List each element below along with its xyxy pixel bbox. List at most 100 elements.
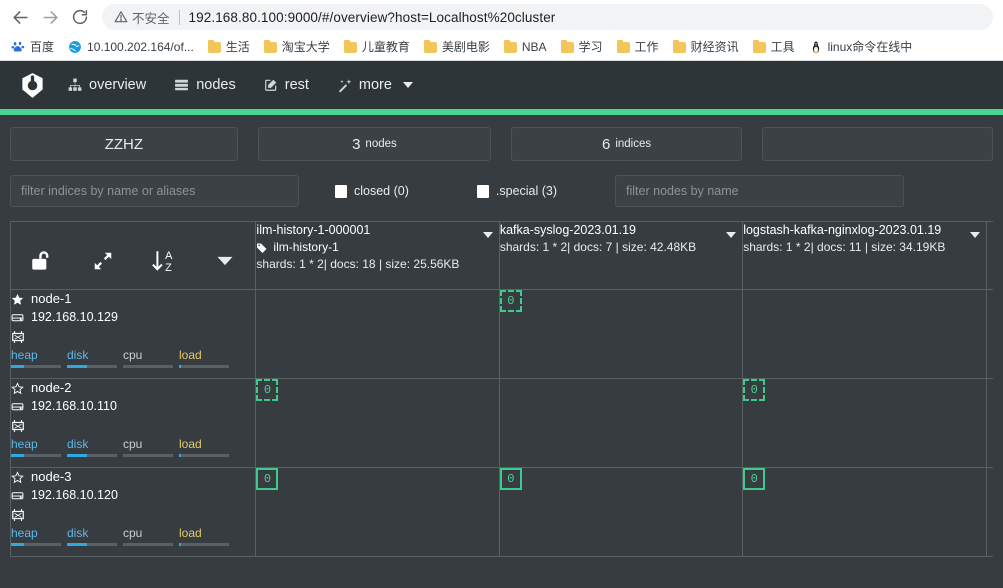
bookmark-label: linux命令在线中 [827, 40, 913, 54]
index-menu-caret-icon[interactable] [726, 232, 737, 238]
nav-item-label: rest [284, 77, 309, 93]
filter-row: closed (0) .special (3) [10, 175, 993, 207]
bookmark-item[interactable]: 学习 [554, 39, 610, 55]
stat-fill [11, 454, 24, 457]
shard-badge[interactable]: 0 [256, 379, 279, 401]
bookmark-item[interactable]: 美剧电影 [417, 39, 497, 55]
data-node-icon [12, 420, 24, 432]
shard-cell: 0 [255, 467, 500, 557]
chevron-down-icon[interactable] [194, 241, 255, 271]
node-stat-cpu: cpu [123, 437, 179, 457]
svg-text:A: A [165, 249, 173, 261]
indices-count-card[interactable]: 6 indices [511, 127, 743, 161]
bookmark-item[interactable]: 财经资讯 [666, 39, 746, 55]
app-navbar: overview nodes rest more [0, 61, 1003, 109]
closed-indices-checkbox[interactable]: closed (0) [335, 184, 409, 198]
stat-bar [123, 454, 173, 457]
folder-icon [423, 39, 437, 53]
stat-fill [179, 365, 181, 368]
shard-badge[interactable]: 0 [743, 379, 766, 401]
checkbox-box[interactable] [335, 184, 347, 198]
stat-label: cpu [123, 437, 143, 451]
nav-item-label: overview [89, 77, 147, 93]
stat-label: load [179, 526, 202, 540]
table-row: node-3 192.168.10.120 heap disk cpu load… [10, 467, 993, 557]
index-menu-caret-icon[interactable] [482, 232, 493, 238]
bookmark-label: 工作 [634, 40, 659, 54]
node-role-icons [11, 416, 255, 436]
shard-cell: 0 [498, 467, 744, 557]
stat-bar [11, 543, 61, 546]
node-stat-load: load [179, 348, 235, 368]
node-stat-heap: heap [11, 526, 67, 546]
nodes-count-card[interactable]: 3 nodes [257, 127, 492, 161]
checkbox-box[interactable] [476, 184, 489, 198]
index-menu-caret-icon[interactable] [969, 232, 980, 238]
sitemap-icon [68, 78, 82, 92]
expand-icon[interactable] [72, 240, 133, 272]
bookmark-label: 淘宝大学 [281, 40, 330, 54]
special-indices-checkbox[interactable]: .special (3) [476, 184, 557, 198]
bookmark-label: 财经资讯 [690, 40, 739, 54]
stat-label: disk [67, 437, 89, 451]
hdd-icon [11, 314, 24, 322]
node-stat-heap: heap [11, 348, 67, 368]
bookmark-item[interactable]: linux命令在线中 [802, 38, 920, 56]
node-stat-load: load [179, 526, 235, 546]
unlock-icon[interactable] [11, 238, 72, 274]
nodes-count-value: 3 [352, 135, 361, 153]
folder-icon [752, 39, 766, 53]
data-node-icon [12, 509, 24, 521]
url-text: 192.168.80.100:9000/#/overview?host=Loca… [188, 9, 556, 25]
cluster-name-card[interactable]: ZZHZ [10, 127, 238, 161]
bookmark-item[interactable]: 工具 [746, 39, 802, 55]
cluster-name: ZZHZ [104, 135, 144, 153]
index-meta: shards: 1 * 2| docs: 7 | size: 42.48KB [499, 240, 697, 254]
node-ip: 192.168.10.110 [31, 399, 117, 413]
security-indicator[interactable]: 不安全 [114, 8, 170, 27]
index-name: logstash-kafka-nginxlog-2023.01.19 [743, 223, 942, 237]
reload-icon[interactable] [66, 3, 94, 31]
node-info-cell: node-3 192.168.10.120 heap disk cpu load [10, 467, 257, 557]
stat-label: disk [67, 526, 89, 540]
stat-label: disk [67, 348, 89, 362]
stat-label: heap [11, 526, 38, 540]
address-bar[interactable]: 不安全 192.168.80.100:9000/#/overview?host=… [102, 4, 993, 30]
bookmarks-bar: 百度 10.100.202.164/of... 生活 淘宝大学 儿童教育 美剧电… [0, 34, 1003, 61]
forward-arrow-icon[interactable] [36, 3, 64, 31]
shard-badge[interactable]: 0 [256, 468, 279, 490]
folder-icon [503, 39, 517, 53]
sort-az-icon[interactable]: AZ [133, 238, 194, 274]
shard-badge[interactable]: 0 [743, 468, 766, 490]
bookmark-item[interactable]: 百度 [4, 38, 61, 56]
stat-fill [11, 365, 24, 368]
back-arrow-icon[interactable] [6, 3, 34, 31]
shard-badge[interactable]: 0 [499, 290, 522, 312]
nav-item-more[interactable]: more [323, 61, 427, 109]
shard-badge[interactable]: 0 [499, 468, 522, 490]
node-title: node-2 [11, 379, 255, 397]
stat-fill [11, 543, 24, 546]
nav-item-nodes[interactable]: nodes [160, 61, 250, 109]
nav-item-rest[interactable]: rest [250, 61, 323, 109]
cerebro-logo-icon[interactable] [10, 72, 54, 99]
stat-bar [67, 543, 117, 546]
bookmark-item[interactable]: 10.100.202.164/of... [61, 38, 201, 56]
nav-item-overview[interactable]: overview [54, 61, 160, 109]
bookmark-item[interactable]: 淘宝大学 [257, 39, 337, 55]
index-alias: ilm-history-1 [273, 240, 339, 254]
server-icon [174, 78, 189, 92]
nodes-filter-input[interactable] [615, 175, 905, 207]
shards-count-card[interactable] [762, 127, 993, 161]
bookmark-item[interactable]: 生活 [201, 39, 257, 55]
index-meta: shards: 1 * 2| docs: 18 | size: 25.56KB [256, 257, 460, 271]
bookmark-item[interactable]: 儿童教育 [337, 39, 417, 55]
node-info-cell: node-1 192.168.10.129 heap disk cpu load [10, 289, 257, 379]
stat-bar [179, 543, 229, 546]
indices-filter-input[interactable] [10, 175, 299, 207]
node-stat-disk: disk [67, 348, 123, 368]
stat-fill [67, 365, 87, 368]
bookmark-item[interactable]: 工作 [610, 39, 666, 55]
bookmark-item[interactable]: NBA [497, 39, 554, 55]
node-title: node-3 [11, 468, 255, 486]
